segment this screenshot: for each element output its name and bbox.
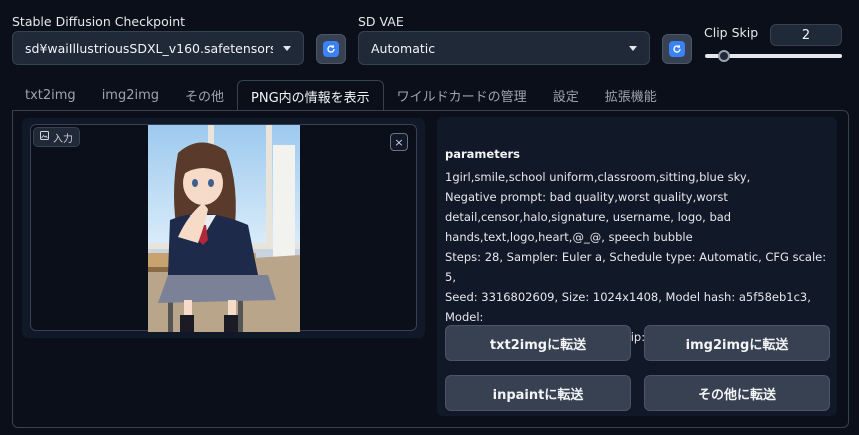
refresh-icon [669, 41, 685, 57]
tab-extras[interactable]: その他 [172, 80, 237, 110]
clear-image-button[interactable]: × [390, 133, 408, 151]
checkpoint-value: sd¥waiIllustriousSDXL_v160.safetensors [… [25, 40, 273, 56]
vae-refresh-button[interactable] [662, 34, 692, 64]
uploaded-image [148, 125, 300, 332]
vae-value: Automatic [371, 40, 436, 56]
tab-wildcards[interactable]: ワイルドカードの管理 [384, 80, 540, 110]
tab-settings[interactable]: 設定 [540, 80, 592, 110]
clip-skip-number-input[interactable]: 2 [770, 24, 842, 46]
checkpoint-label: Stable Diffusion Checkpoint [12, 14, 186, 29]
clip-skip-slider[interactable] [705, 50, 842, 62]
input-chip-label: 入力 [53, 133, 73, 145]
send-to-extras-button[interactable]: その他に転送 [644, 375, 830, 411]
parameters-block: parameters 1girl,smile,school uniform,cl… [437, 117, 837, 416]
send-to-inpaint-button[interactable]: inpaintに転送 [445, 375, 631, 411]
close-icon: × [394, 135, 404, 149]
send-to-txt2img-button[interactable]: txt2imgに転送 [445, 325, 631, 361]
clip-skip-label: Clip Skip [704, 25, 759, 40]
slider-thumb[interactable] [718, 50, 730, 62]
tab-extensions[interactable]: 拡張機能 [592, 80, 670, 110]
image-icon [40, 131, 49, 143]
image-dropzone[interactable]: 入力 × [30, 124, 417, 332]
tab-png-info[interactable]: PNG内の情報を表示 [237, 80, 384, 111]
chevron-down-icon [283, 45, 291, 51]
image-input-block: 入力 × [22, 118, 425, 338]
refresh-icon [323, 41, 339, 57]
send-to-img2img-button[interactable]: img2imgに転送 [644, 325, 830, 361]
checkpoint-refresh-button[interactable] [316, 34, 346, 64]
checkpoint-dropdown[interactable]: sd¥waiIllustriousSDXL_v160.safetensors [… [12, 31, 304, 65]
vae-label: SD VAE [358, 14, 404, 29]
main-tabs: txt2img img2img その他 PNG内の情報を表示 ワイルドカードの管… [12, 80, 670, 111]
vae-dropdown[interactable]: Automatic [358, 31, 650, 65]
tab-img2img[interactable]: img2img [89, 80, 172, 110]
tab-txt2img[interactable]: txt2img [12, 80, 89, 110]
parameters-title: parameters [445, 147, 521, 161]
input-chip: 入力 [33, 127, 80, 147]
parameters-text: 1girl,smile,school uniform,classroom,sit… [445, 170, 827, 344]
chevron-down-icon [629, 45, 637, 51]
